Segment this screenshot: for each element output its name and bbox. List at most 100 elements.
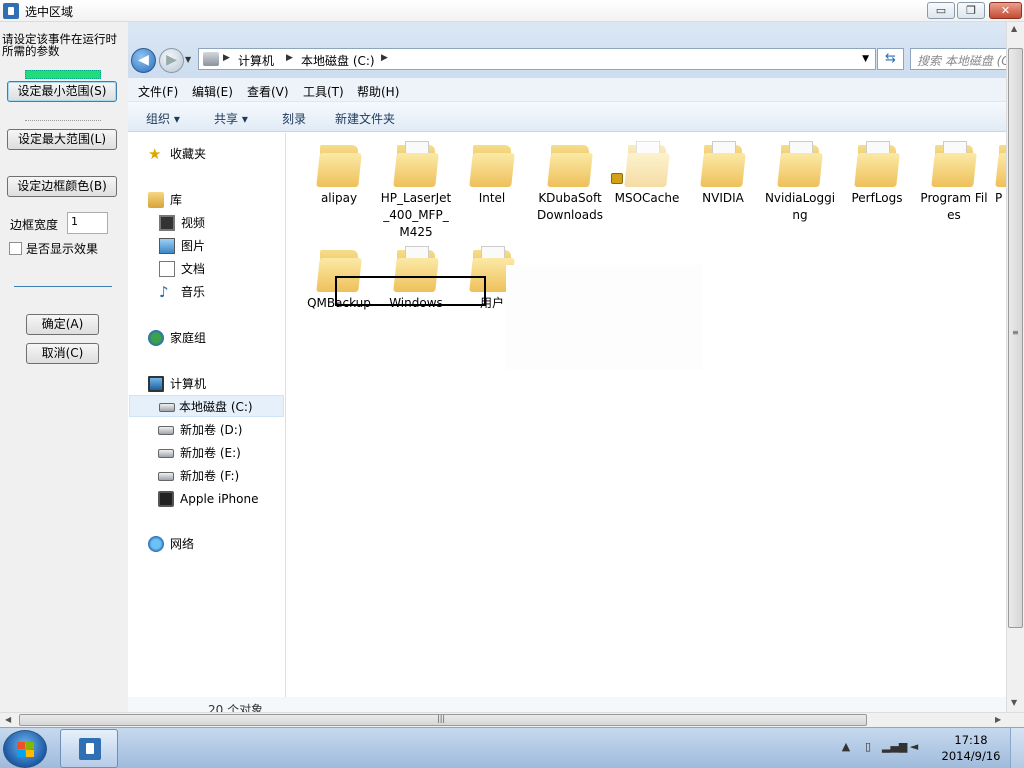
grip-icon: ≡ [1012, 328, 1019, 337]
drive-icon [158, 449, 174, 458]
star-icon: ★ [148, 145, 162, 163]
close-button[interactable]: ✕ [989, 2, 1022, 19]
menu-tools[interactable]: 工具(T) [303, 83, 344, 100]
address-bar[interactable]: ▶ 计算机 ▶ 本地磁盘 (C:) ▶ ▼ [198, 48, 876, 70]
app-icon [79, 738, 101, 760]
windows-logo-icon [17, 742, 35, 758]
folder-name: KDubaSoftDownloads [537, 191, 603, 222]
ok-button[interactable]: 确定(A) [26, 314, 99, 335]
chevron-right-icon[interactable]: ▶ [223, 53, 230, 63]
nav-label: 音乐 [181, 285, 206, 299]
nav-label: 库 [170, 193, 183, 207]
folder-name: NvidiaLogging [764, 191, 836, 222]
tray-expand-icon[interactable]: ▲ [838, 740, 854, 753]
window-title: 选中区域 [25, 5, 74, 19]
nav-label: 本地磁盘 (C:) [179, 400, 253, 414]
share-button[interactable]: 共享 ▾ [214, 110, 248, 127]
navigation-pane: ★ 收藏夹 库 视频 图片 文档 ♪ 音乐 家庭组 计算机 本地磁盘 (C:) 新加… [128, 133, 286, 697]
nav-label: 收藏夹 [170, 147, 207, 161]
show-effect-checkbox[interactable] [9, 242, 22, 255]
lock-icon [611, 173, 623, 184]
computer-icon [148, 376, 164, 392]
scroll-up-icon[interactable]: ▲ [1011, 24, 1017, 33]
item-count: 20 个对象 [208, 703, 264, 712]
min-range-preview [25, 70, 101, 79]
border-width-input[interactable]: 1 [67, 212, 108, 234]
horizontal-scrollbar[interactable]: ◀ ||| ▶ [0, 712, 1024, 727]
folder-item[interactable]: HP_LaserJet_400_MFP_M425 [380, 141, 452, 241]
breadcrumb-computer[interactable]: 计算机 [238, 52, 274, 69]
show-effect-label[interactable]: 是否显示效果 [26, 240, 98, 257]
menu-edit[interactable]: 编辑(E) [192, 83, 233, 100]
scroll-right-icon[interactable]: ▶ [995, 715, 1001, 724]
clock-date: 2014/9/16 [941, 749, 1001, 763]
selection-rectangle[interactable] [335, 276, 486, 306]
folder-icon [700, 141, 746, 187]
folder-icon [624, 141, 670, 187]
start-button[interactable] [3, 730, 47, 768]
max-range-preview [25, 120, 101, 121]
set-max-range-button[interactable]: 设定最大范围(L) [7, 129, 117, 150]
refresh-button[interactable]: ⇆ [877, 48, 904, 70]
folder-item[interactable]: Intel [456, 141, 528, 207]
back-button[interactable]: ◀ [131, 48, 156, 73]
grip-icon: ||| [437, 714, 446, 723]
network-icon [148, 536, 164, 552]
menu-file[interactable]: 文件(F) [138, 83, 178, 100]
vertical-scrollbar[interactable]: ▲ ≡ ▼ [1006, 22, 1024, 712]
chevron-right-icon[interactable]: ▶ [286, 53, 293, 63]
music-icon: ♪ [159, 283, 169, 301]
taskbar-app-button[interactable] [60, 729, 118, 768]
phone-icon [158, 491, 174, 507]
folder-icon [547, 141, 593, 187]
menu-view[interactable]: 查看(V) [247, 83, 289, 100]
nav-label: 新加卷 (D:) [180, 423, 243, 437]
file-list: alipay HP_LaserJet_400_MFP_M425 Intel KD… [287, 133, 1007, 697]
picture-icon [159, 238, 175, 254]
vertical-scroll-thumb[interactable] [1008, 48, 1023, 628]
show-desktop-button[interactable] [1010, 728, 1024, 768]
forward-button[interactable]: ▶ [159, 48, 184, 73]
folder-item[interactable]: PerfLogs [841, 141, 913, 207]
menu-help[interactable]: 帮助(H) [357, 83, 399, 100]
breadcrumb-drive-c[interactable]: 本地磁盘 (C:) [301, 52, 375, 69]
folder-item[interactable]: KDubaSoftDownloads [534, 141, 606, 224]
document-icon [159, 261, 175, 277]
folder-item[interactable]: alipay [303, 141, 375, 207]
address-dropdown-icon[interactable]: ▼ [862, 54, 869, 64]
cancel-button[interactable]: 取消(C) [26, 343, 99, 364]
clock[interactable]: 17:18 2014/9/16 [940, 732, 1002, 764]
address-toolbar: ◀ ▶ ▼ ▶ 计算机 ▶ 本地磁盘 (C:) ▶ ▼ ⇆ 搜索 本地磁盘 (C… [128, 22, 1024, 86]
organize-button[interactable]: 组织 ▾ [146, 110, 180, 127]
set-border-color-button[interactable]: 设定边框颜色(B) [7, 176, 117, 197]
chevron-right-icon[interactable]: ▶ [381, 53, 388, 63]
nav-drive-c[interactable]: 本地磁盘 (C:) [129, 395, 284, 417]
burn-button[interactable]: 刻录 [282, 110, 306, 127]
folder-name: Program Files [920, 191, 988, 222]
homegroup-icon [148, 330, 164, 346]
nav-label: 文档 [181, 262, 206, 276]
folder-item[interactable]: MSOCache [611, 141, 683, 207]
scroll-down-icon[interactable]: ▼ [1011, 698, 1017, 707]
folder-name: MSOCache [614, 191, 680, 205]
signal-icon[interactable]: ▂▄▆ [882, 740, 907, 753]
instruction-text: 请设定该事件在运行时所需的参数 [2, 32, 117, 58]
folder-item[interactable]: Program Files [918, 141, 990, 224]
history-dropdown-icon[interactable]: ▼ [185, 55, 191, 64]
explorer-window: ◀ ▶ ▼ ▶ 计算机 ▶ 本地磁盘 (C:) ▶ ▼ ⇆ 搜索 本地磁盘 (C… [128, 22, 1024, 712]
scroll-left-icon[interactable]: ◀ [5, 715, 11, 724]
maximize-button[interactable]: ❐ [957, 2, 985, 19]
border-color-preview [14, 286, 112, 287]
folder-icon [316, 141, 362, 187]
minimize-button[interactable]: ▭ [927, 2, 955, 19]
folder-item[interactable]: NVIDIA [687, 141, 759, 207]
video-icon [159, 215, 175, 231]
nav-label: 网络 [170, 537, 195, 551]
new-folder-button[interactable]: 新建文件夹 [335, 110, 395, 127]
volume-icon[interactable]: ◄ [906, 740, 922, 753]
folder-item[interactable]: NvidiaLogging [764, 141, 836, 224]
device-icon[interactable]: ▯ [860, 740, 876, 753]
folder-name: NVIDIA [702, 191, 744, 205]
set-min-range-button[interactable]: 设定最小范围(S) [7, 81, 117, 102]
drive-icon [159, 403, 175, 412]
